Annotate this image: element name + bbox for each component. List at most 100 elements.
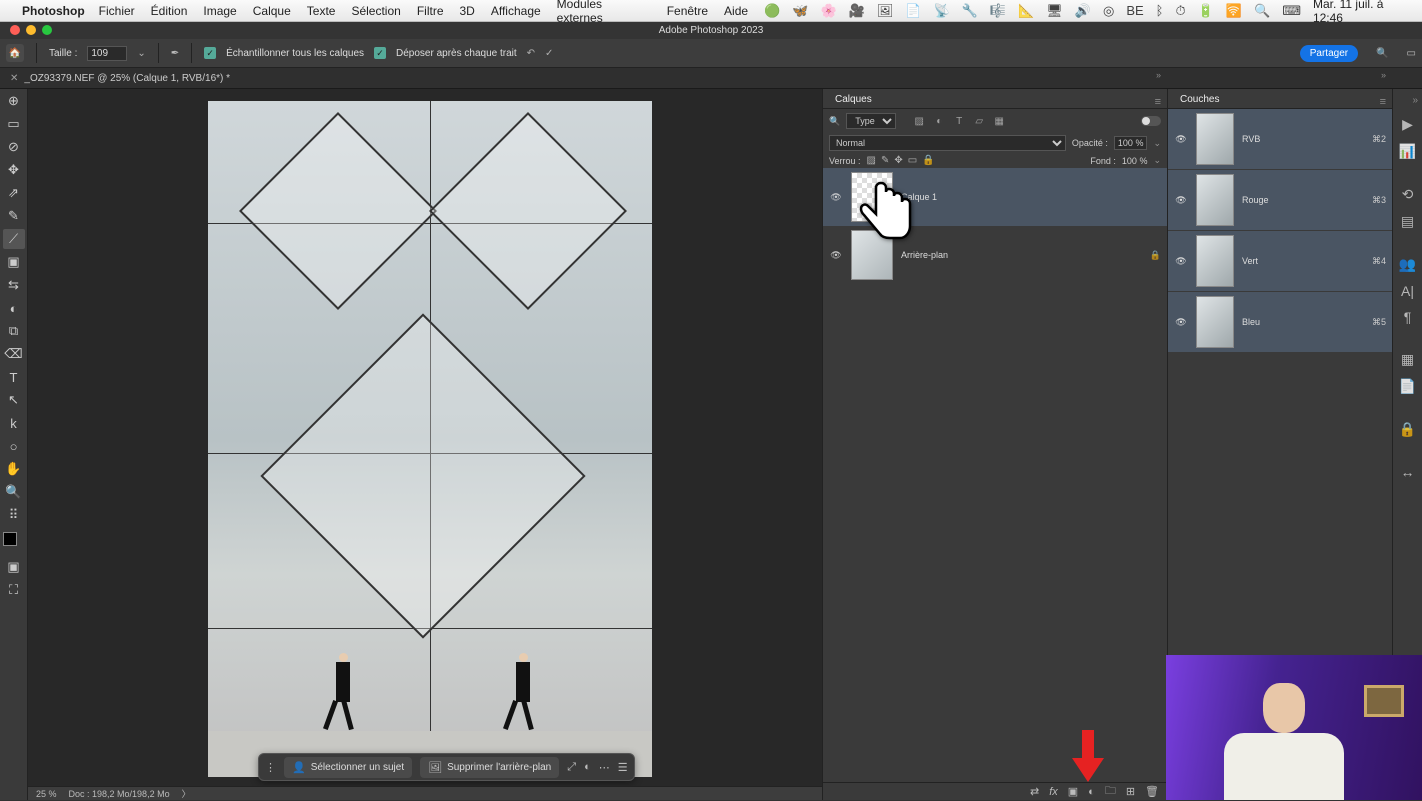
- select-subject-button[interactable]: 👤 Sélectionner un sujet: [284, 757, 412, 778]
- fill-value[interactable]: 100 %: [1122, 156, 1148, 166]
- visibility-toggle-icon[interactable]: 👁: [829, 250, 843, 261]
- channel-item[interactable]: 👁 Bleu ⌘5: [1168, 292, 1392, 352]
- history-panel-icon[interactable]: ⟲: [1402, 186, 1414, 203]
- lasso-tool[interactable]: ⊘: [3, 137, 25, 157]
- character-panel-icon[interactable]: A|: [1401, 283, 1414, 299]
- menu-texte[interactable]: Texte: [307, 4, 336, 18]
- doc-size[interactable]: Doc : 198,2 Mo/198,2 Mo: [69, 789, 170, 799]
- properties-panel-icon[interactable]: ▤: [1401, 213, 1414, 230]
- tray-icon[interactable]: 🌸: [820, 3, 836, 19]
- gradient-tool[interactable]: ◐: [3, 298, 25, 318]
- menu-fenetre[interactable]: Fenêtre: [667, 4, 708, 18]
- lock-panel-icon[interactable]: 🔒: [1399, 421, 1416, 438]
- zoom-window-button[interactable]: [42, 25, 52, 35]
- adjust-icon[interactable]: ◐: [584, 761, 591, 773]
- path-tool[interactable]: ↖: [3, 390, 25, 410]
- menu-3d[interactable]: 3D: [460, 4, 475, 18]
- blend-mode-select[interactable]: Normal: [829, 135, 1066, 151]
- pen-tool[interactable]: k: [3, 413, 25, 433]
- tray-icon[interactable]: 🎼: [990, 3, 1006, 19]
- collapse-chevron-icon[interactable]: »: [1156, 70, 1161, 80]
- type-tool[interactable]: T: [3, 367, 25, 387]
- collapse-chevron-icon[interactable]: »: [1381, 70, 1386, 80]
- swatches-panel-icon[interactable]: ▦: [1401, 351, 1414, 368]
- channels-tab[interactable]: Couches: [1172, 91, 1227, 108]
- quickmask-icon[interactable]: ▣: [3, 557, 25, 577]
- tray-icon[interactable]: 📡: [934, 3, 950, 19]
- healing-tool[interactable]: ⟋: [3, 229, 25, 249]
- status-chevron-icon[interactable]: 〉: [182, 787, 191, 800]
- link-layers-icon[interactable]: ⇄: [1030, 785, 1039, 798]
- document-tab[interactable]: ✕ _OZ93379.NEF @ 25% (Calque 1, RVB/16*)…: [0, 70, 240, 87]
- panel-menu-icon[interactable]: ≡: [1380, 96, 1386, 108]
- channel-item[interactable]: 👁 Vert ⌘4: [1168, 231, 1392, 291]
- layer-name[interactable]: Arrière-plan: [901, 250, 948, 260]
- tray-be-icon[interactable]: BE: [1126, 3, 1143, 18]
- menu-image[interactable]: Image: [203, 4, 236, 18]
- histogram-panel-icon[interactable]: 📊: [1399, 143, 1416, 160]
- tray-icon[interactable]: 🦋: [792, 3, 808, 19]
- opacity-chevron-icon[interactable]: ⌄: [1153, 138, 1161, 149]
- screenmode-icon[interactable]: ⛶: [3, 580, 25, 600]
- search-icon[interactable]: 🔍: [1376, 48, 1388, 59]
- tray-icon[interactable]: 🔊: [1075, 3, 1091, 19]
- tray-icon[interactable]: 🖼: [877, 3, 894, 19]
- bluetooth-icon[interactable]: ᛒ: [1156, 3, 1164, 18]
- visibility-toggle-icon[interactable]: 👁: [1174, 256, 1188, 267]
- delete-layer-icon[interactable]: 🗑: [1145, 785, 1159, 798]
- layer-name[interactable]: Calque 1: [901, 192, 937, 202]
- layer-thumbnail[interactable]: [851, 230, 893, 280]
- lock-position-icon[interactable]: ✥: [894, 155, 902, 166]
- tray-icon[interactable]: ◎: [1103, 3, 1114, 19]
- menubar-datetime[interactable]: Mar. 11 juil. à 12:46: [1313, 0, 1412, 25]
- transform-icon[interactable]: ⤢: [567, 761, 576, 774]
- visibility-toggle-icon[interactable]: 👁: [1174, 317, 1188, 328]
- paragraph-panel-icon[interactable]: ¶: [1404, 309, 1412, 325]
- panel-menu-icon[interactable]: ≡: [1155, 96, 1161, 108]
- crop-tool[interactable]: ⇗: [3, 183, 25, 203]
- app-menu[interactable]: Photoshop: [22, 4, 85, 18]
- libraries-panel-icon[interactable]: 👥: [1399, 256, 1416, 273]
- foreground-color-swatch[interactable]: [3, 532, 17, 546]
- document-canvas[interactable]: [208, 101, 652, 777]
- visibility-toggle-icon[interactable]: 👁: [829, 192, 843, 203]
- navigator-panel-icon[interactable]: ↔: [1401, 464, 1415, 480]
- minimize-window-button[interactable]: [26, 25, 36, 35]
- brush-size-input[interactable]: [87, 46, 127, 61]
- menu-selection[interactable]: Sélection: [351, 4, 400, 18]
- filter-toggle[interactable]: [1141, 116, 1161, 126]
- share-button[interactable]: Partager: [1300, 45, 1358, 62]
- spotlight-icon[interactable]: 🔍: [1254, 3, 1270, 19]
- home-icon[interactable]: 🏠: [6, 44, 24, 62]
- tray-icon[interactable]: 🟢: [764, 3, 780, 19]
- layer-item[interactable]: 👁 Calque 1: [823, 168, 1167, 226]
- move-tool[interactable]: ⊕: [3, 91, 25, 111]
- color-swatches[interactable]: [3, 532, 25, 554]
- frame-tool[interactable]: ▣: [3, 252, 25, 272]
- shape-tool[interactable]: ○: [3, 436, 25, 456]
- workspace-icon[interactable]: ▭: [1407, 48, 1416, 59]
- drop-after-stroke-checkbox[interactable]: ✓: [374, 47, 386, 59]
- eraser-tool[interactable]: ⌫: [3, 344, 25, 364]
- expand-chevron-icon[interactable]: »: [1412, 95, 1418, 106]
- layer-thumbnail[interactable]: [851, 172, 893, 222]
- close-tab-icon[interactable]: ✕: [10, 73, 18, 84]
- zoom-tool[interactable]: 🔍: [3, 482, 25, 502]
- wifi-icon[interactable]: 🛜: [1226, 3, 1242, 19]
- tray-icon[interactable]: 🖥: [1046, 3, 1063, 19]
- selection-tool[interactable]: ✥: [3, 160, 25, 180]
- filter-smart-icon[interactable]: ▦: [992, 114, 1006, 128]
- close-window-button[interactable]: [10, 25, 20, 35]
- info-panel-icon[interactable]: 📄: [1399, 378, 1416, 395]
- menu-calque[interactable]: Calque: [253, 4, 291, 18]
- channel-item[interactable]: 👁 Rouge ⌘3: [1168, 170, 1392, 230]
- layer-fx-icon[interactable]: fx: [1049, 786, 1058, 798]
- zoom-level[interactable]: 25 %: [36, 789, 57, 799]
- more-icon[interactable]: ⋯: [599, 761, 610, 774]
- battery-icon[interactable]: 🔋: [1198, 3, 1214, 19]
- brush-preset-icon[interactable]: ✒: [171, 48, 179, 59]
- menu-modules[interactable]: Modules externes: [557, 0, 651, 25]
- hand-tool[interactable]: ✋: [3, 459, 25, 479]
- tray-icon[interactable]: 🔧: [962, 3, 978, 19]
- tray-icon[interactable]: 🎥: [849, 3, 865, 19]
